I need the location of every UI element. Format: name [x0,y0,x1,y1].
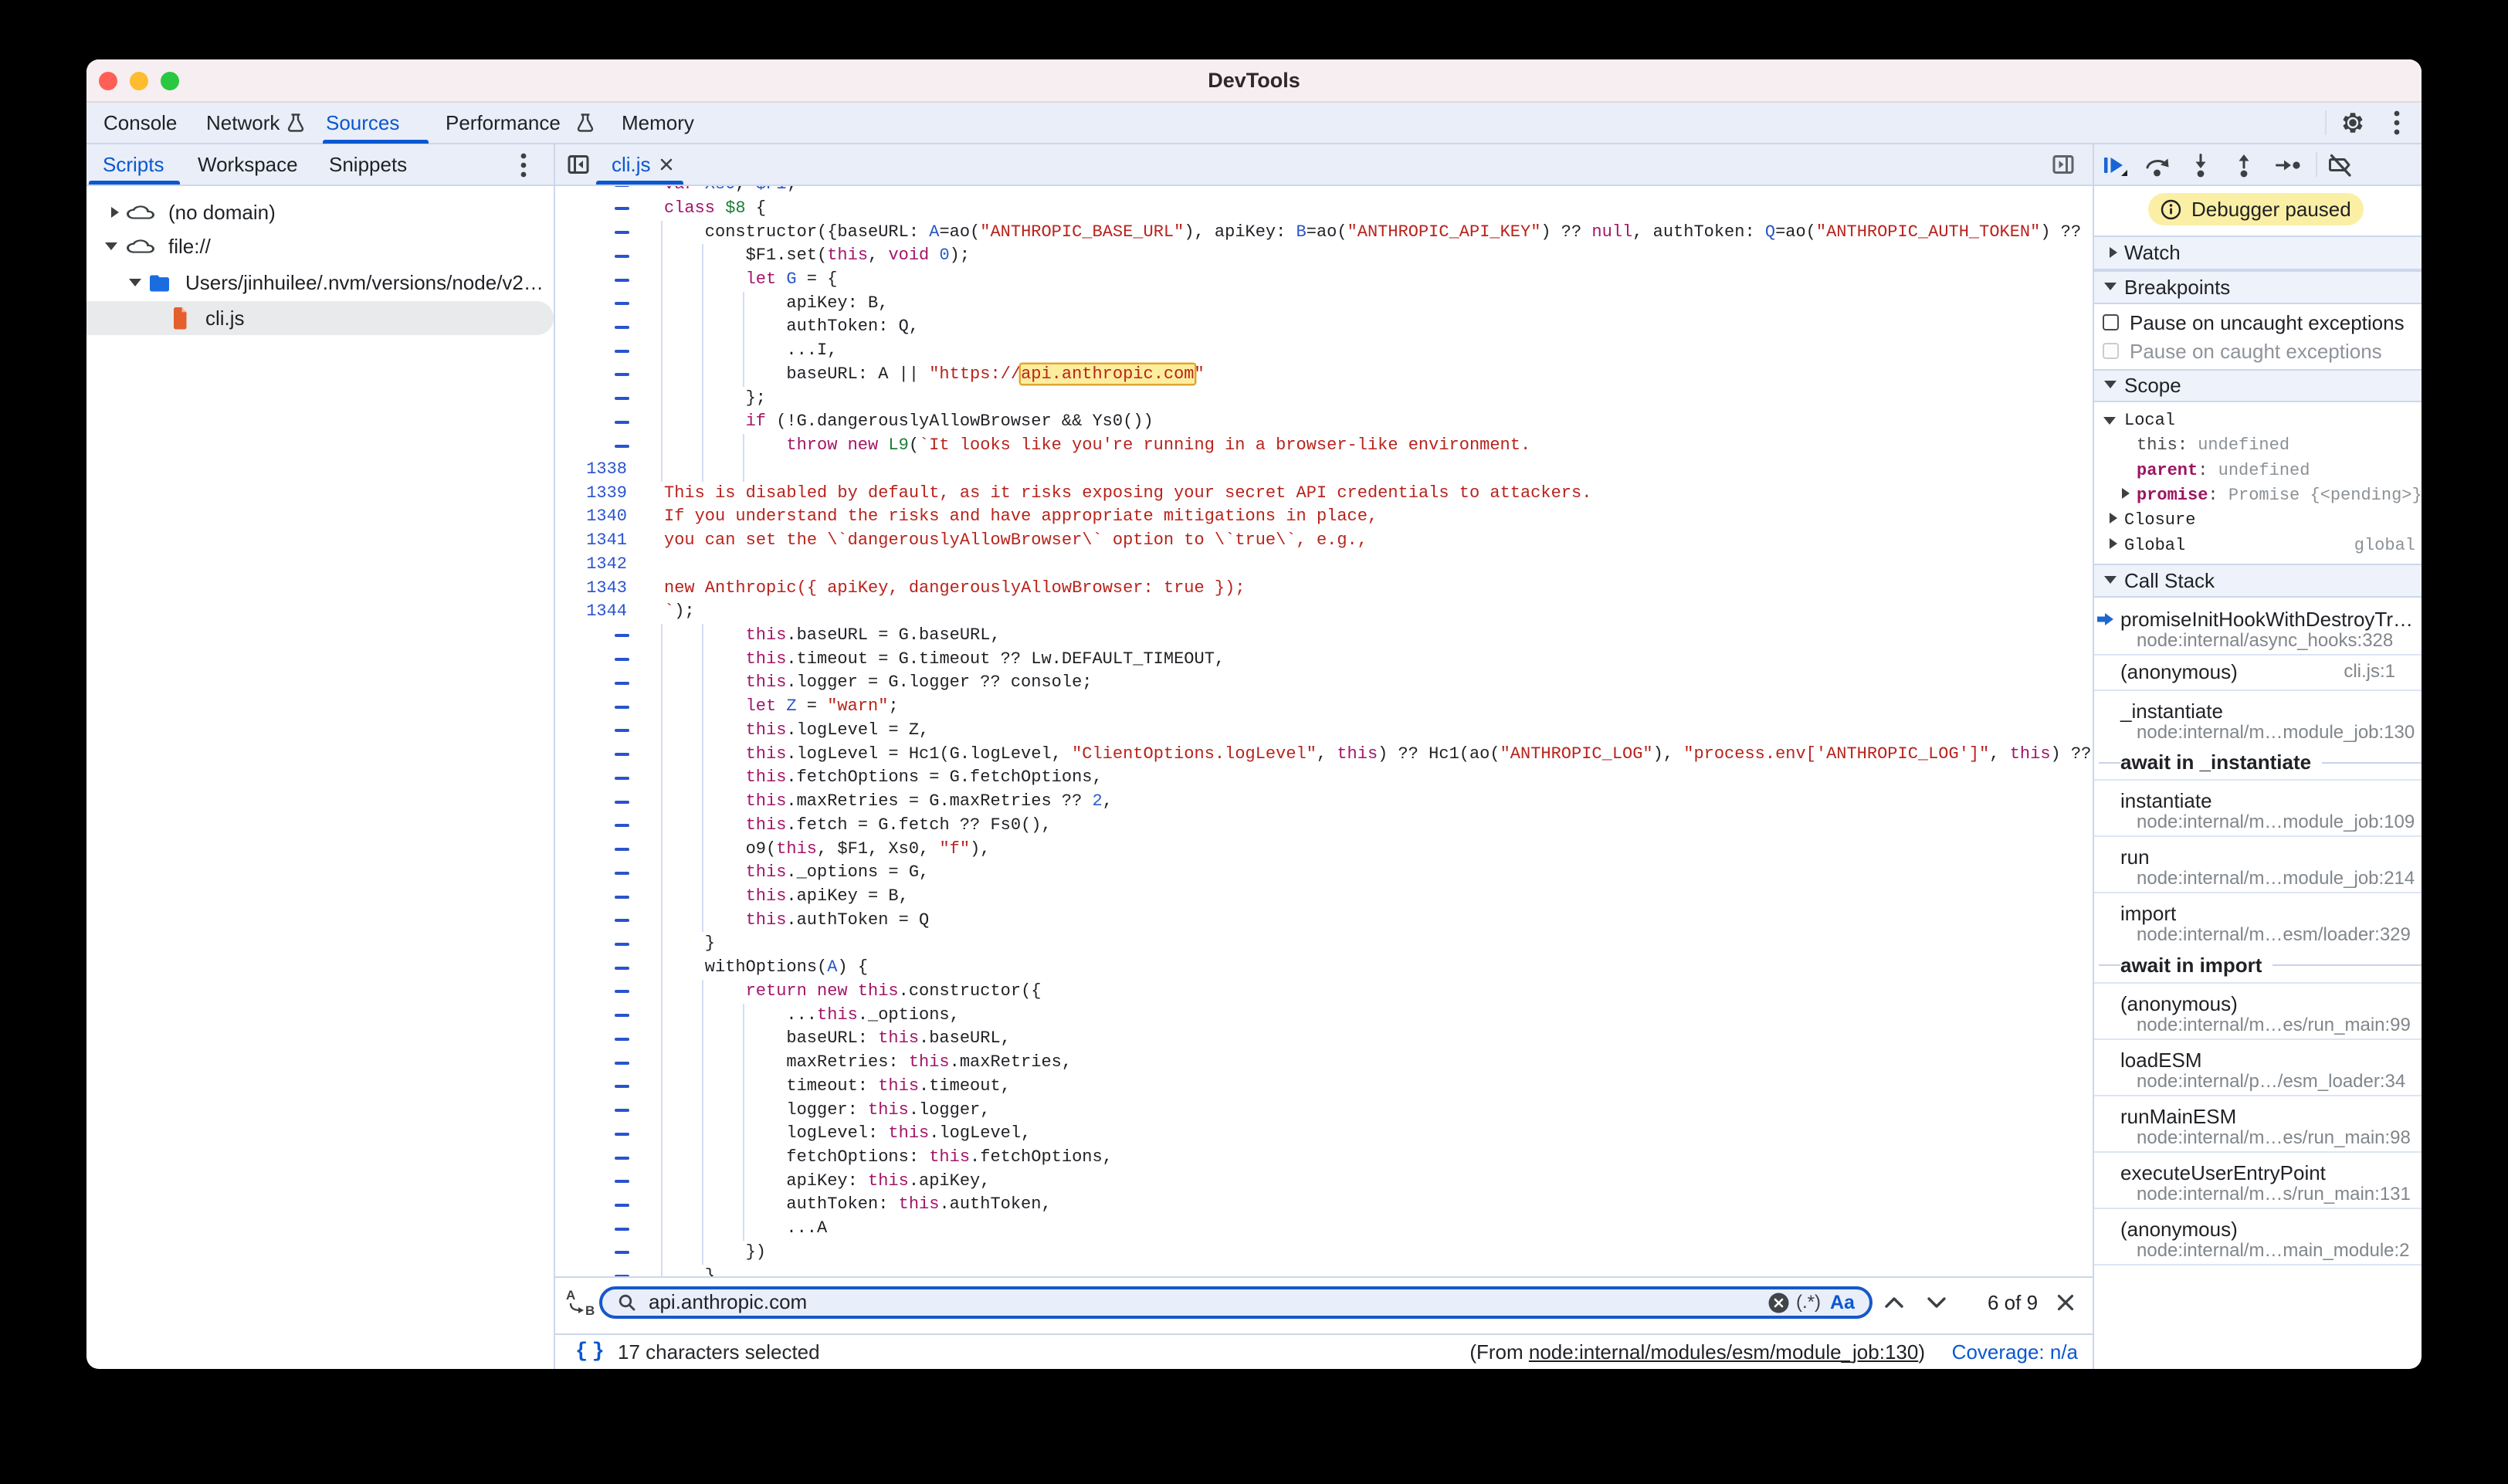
svg-text:A: A [566,1288,575,1303]
svg-text:B: B [585,1303,595,1318]
